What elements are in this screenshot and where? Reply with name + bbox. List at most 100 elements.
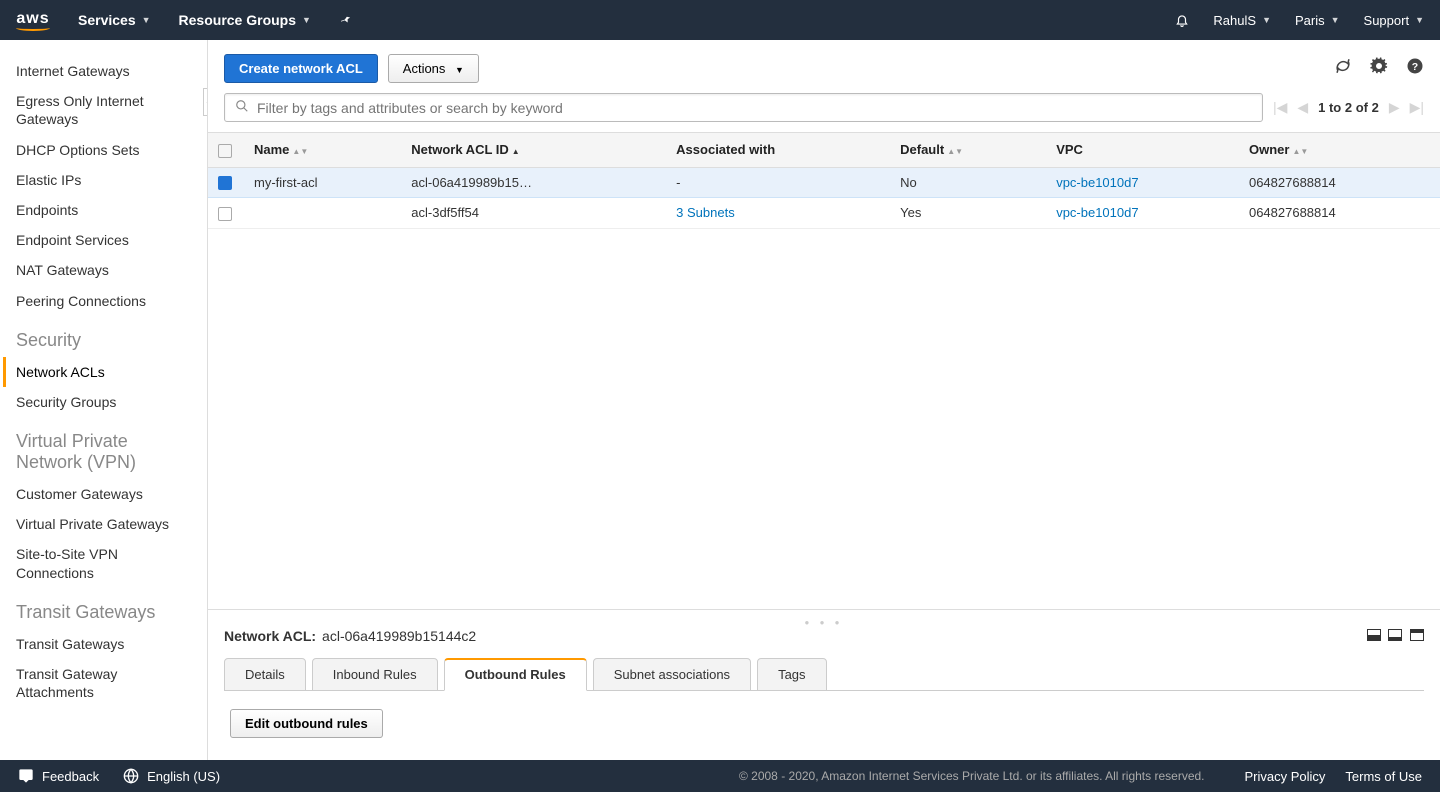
cell-default: Yes [890,198,1046,229]
page-prev-icon[interactable]: ◀ [1297,99,1308,116]
detail-tabs: DetailsInbound RulesOutbound RulesSubnet… [224,658,1424,690]
detail-panel: ● ● ● Network ACL: acl-06a419989b15144c2… [208,609,1440,760]
col-associated[interactable]: Associated with [666,133,890,167]
nav-resource-groups[interactable]: Resource Groups ▼ [179,12,311,28]
vpc-link[interactable]: vpc-be1010d7 [1056,175,1138,190]
sort-up-icon: ▲ [512,149,520,154]
col-vpc[interactable]: VPC [1046,133,1239,167]
sidebar-item-transit-gateways[interactable]: Transit Gateways [16,629,195,659]
chat-icon [18,768,34,784]
sidebar-item-network-acls[interactable]: Network ACLs [3,357,195,387]
panel-layout-2[interactable] [1388,629,1402,641]
cell-associated: 3 Subnets [666,198,890,229]
nav-services-label: Services [78,12,136,28]
nav-region-label: Paris [1295,13,1325,28]
sidebar-item-peering-connections[interactable]: Peering Connections [16,286,195,316]
create-network-acl-button[interactable]: Create network ACL [224,54,378,83]
nav-region[interactable]: Paris ▼ [1295,13,1340,28]
bell-icon [1175,13,1189,27]
table-row[interactable]: acl-3df5ff54 3 Subnets Yes vpc-be1010d7 … [208,198,1440,229]
vpc-link[interactable]: vpc-be1010d7 [1056,205,1138,220]
page-indicator: 1 to 2 of 2 [1318,100,1379,115]
sort-icon: ▲▼ [292,149,308,154]
search-icon [235,99,249,116]
table-row[interactable]: my-first-acl acl-06a419989b15… - No vpc-… [208,167,1440,198]
sidebar-item-virtual-private-gateways[interactable]: Virtual Private Gateways [16,509,195,539]
sidebar-item-nat-gateways[interactable]: NAT Gateways [16,255,195,285]
sidebar-item-elastic-ips[interactable]: Elastic IPs [16,165,195,195]
page-first-icon[interactable]: |◀ [1273,99,1287,116]
col-acl-id[interactable]: Network ACL ID▲ [401,133,666,167]
filter-input[interactable] [257,100,1252,116]
refresh-icon[interactable] [1334,57,1352,80]
caret-down-icon: ▼ [1331,15,1340,25]
top-nav: aws Services ▼ Resource Groups ▼ RahulS … [0,0,1440,40]
footer: Feedback English (US) © 2008 - 2020, Ama… [0,760,1440,792]
footer-legal: © 2008 - 2020, Amazon Internet Services … [739,769,1205,783]
detail-acl-id: acl-06a419989b15144c2 [322,628,476,644]
caret-down-icon: ▼ [302,15,311,25]
actions-button[interactable]: Actions ▼ [388,54,479,83]
footer-feedback[interactable]: Feedback [18,768,99,784]
row-checkbox[interactable] [218,176,232,190]
select-all-checkbox[interactable] [218,144,232,158]
page-next-icon[interactable]: ▶ [1389,99,1400,116]
row-checkbox[interactable] [218,207,232,221]
tab-details[interactable]: Details [224,658,306,691]
sidebar-item-egress-only-igw[interactable]: Egress Only Internet Gateways [16,86,195,134]
sidebar-section-vpn: Virtual Private Network (VPN) [16,417,195,479]
sidebar-item-security-groups[interactable]: Security Groups [16,387,195,417]
col-name[interactable]: Name▲▼ [244,133,401,167]
edit-outbound-rules-button[interactable]: Edit outbound rules [230,709,383,738]
cell-owner: 064827688814 [1239,167,1440,198]
tab-tags[interactable]: Tags [757,658,826,691]
sidebar: ◀ Internet Gateways Egress Only Internet… [0,40,208,760]
cell-associated: - [666,167,890,198]
col-owner[interactable]: Owner▲▼ [1239,133,1440,167]
cell-name: my-first-acl [244,167,401,198]
panel-drag-handle[interactable]: ● ● ● [224,618,1424,626]
sidebar-item-site-to-site-vpn[interactable]: Site-to-Site VPN Connections [16,539,195,587]
nav-pin-icon[interactable] [339,13,353,27]
sidebar-section-tgw: Transit Gateways [16,588,195,629]
aws-logo[interactable]: aws [16,10,50,31]
paginator: |◀ ◀ 1 to 2 of 2 ▶ ▶| [1273,99,1424,116]
caret-down-icon: ▼ [455,65,464,75]
gear-icon[interactable] [1370,57,1388,80]
sidebar-item-dhcp-options[interactable]: DHCP Options Sets [16,135,195,165]
footer-privacy[interactable]: Privacy Policy [1245,769,1326,784]
sidebar-item-customer-gateways[interactable]: Customer Gateways [16,479,195,509]
svg-text:?: ? [1412,61,1418,73]
footer-terms[interactable]: Terms of Use [1345,769,1422,784]
nav-user[interactable]: RahulS ▼ [1213,13,1271,28]
help-icon[interactable]: ? [1406,57,1424,80]
filter-box[interactable] [224,93,1263,122]
sidebar-item-transit-gateway-attachments[interactable]: Transit Gateway Attachments [16,659,195,707]
nav-notifications[interactable] [1175,13,1189,27]
nav-resource-groups-label: Resource Groups [179,12,296,28]
tab-inbound-rules[interactable]: Inbound Rules [312,658,438,691]
tab-body-outbound-rules: Edit outbound rules [224,690,1424,744]
sidebar-item-endpoints[interactable]: Endpoints [16,195,195,225]
panel-layout-1[interactable] [1367,629,1381,641]
nav-support[interactable]: Support ▼ [1364,13,1424,28]
panel-layout-3[interactable] [1410,629,1424,641]
nav-services[interactable]: Services ▼ [78,12,151,28]
col-default[interactable]: Default▲▼ [890,133,1046,167]
caret-down-icon: ▼ [142,15,151,25]
assoc-link[interactable]: 3 Subnets [676,205,735,220]
tab-outbound-rules[interactable]: Outbound Rules [444,658,587,691]
caret-down-icon: ▼ [1262,15,1271,25]
filter-row: |◀ ◀ 1 to 2 of 2 ▶ ▶| [224,93,1424,122]
page-last-icon[interactable]: ▶| [1410,99,1424,116]
sidebar-collapse-toggle[interactable]: ◀ [203,88,208,116]
globe-icon [123,768,139,784]
footer-language[interactable]: English (US) [123,768,220,784]
tab-subnet-associations[interactable]: Subnet associations [593,658,751,691]
acl-table: Name▲▼ Network ACL ID▲ Associated with D… [208,133,1440,229]
sidebar-item-internet-gateways[interactable]: Internet Gateways [16,56,195,86]
detail-title: Network ACL: [224,628,316,644]
footer-feedback-label: Feedback [42,769,99,784]
sidebar-item-endpoint-services[interactable]: Endpoint Services [16,225,195,255]
cell-acl-id: acl-3df5ff54 [401,198,666,229]
